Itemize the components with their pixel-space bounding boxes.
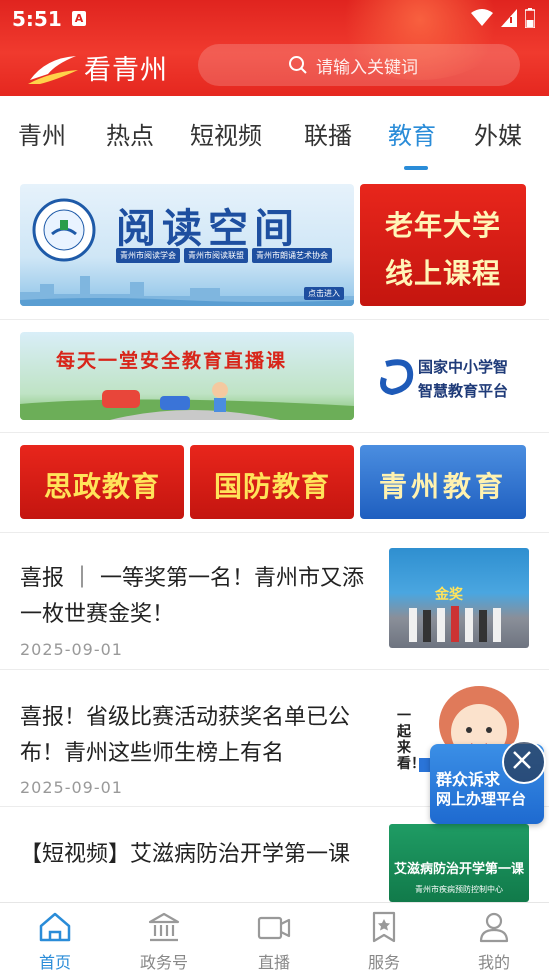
thumbnail-caption: 艾滋病防治开学第一课 — [393, 862, 524, 877]
search-icon — [288, 55, 308, 75]
news-date: 2025-09-01 — [20, 778, 123, 797]
org-badge: 青州市朗诵艺术协会 — [252, 248, 332, 263]
nav-label: 首页 — [38, 953, 71, 972]
signal-icon — [501, 9, 517, 27]
nav-government[interactable]: 政务号 — [124, 911, 204, 973]
qingzhou-education-label: 青州教育 — [378, 470, 507, 503]
notification-icon: A — [72, 11, 86, 26]
defense-education-banner[interactable]: 国防教育 — [190, 445, 354, 519]
news-title: 【短视频】艾滋病防治开学第一课 — [20, 842, 351, 867]
bottom-navigation: 首页 政务号 直播 服务 我的 — [0, 902, 549, 977]
nav-live[interactable]: 直播 — [234, 911, 314, 973]
click-to-enter-label: 点击进入 — [304, 287, 344, 300]
news-title: 喜报 ｜ 一等奖第一名！青州市又添一枚世赛金奖！ — [20, 566, 364, 627]
list-item[interactable]: 喜报 ｜ 一等奖第一名！青州市又添一枚世赛金奖！ 2025-09-01 金奖 — [0, 533, 549, 669]
channel-tabs: 青州 热点 短视频 联播 教育 外媒 — [0, 96, 549, 172]
tab-short-video[interactable]: 短视频 — [190, 116, 262, 151]
qingzhou-education-banner[interactable]: 青州教育 — [360, 445, 526, 519]
app-header: 5:51 A 看青州 请输入关键词 — [0, 0, 549, 96]
home-icon — [39, 912, 71, 942]
nav-mine[interactable]: 我的 — [454, 911, 534, 973]
government-icon — [148, 912, 180, 942]
safety-education-title: 每天一堂安全教育直播课 — [56, 350, 288, 372]
divider — [0, 432, 549, 433]
video-camera-icon — [257, 916, 291, 940]
close-floating-button[interactable] — [502, 740, 546, 784]
nav-label: 政务号 — [139, 953, 188, 972]
tab-hot[interactable]: 热点 — [106, 116, 154, 151]
reading-space-orgs: 青州市阅读学会 青州市阅读联盟 青州市朗诵艺术协会 — [116, 248, 332, 263]
tab-broadcast[interactable]: 联播 — [304, 116, 352, 151]
platform-line2: 智慧教育平台 — [418, 382, 509, 400]
app-name: 看青州 — [84, 55, 168, 86]
search-input[interactable]: 请输入关键词 — [198, 44, 520, 86]
platform-line1: 国家中小学智 — [418, 358, 509, 376]
thumbnail-subcaption: 青州市疾病预防控制中心 — [415, 885, 503, 894]
status-bar: 5:51 A — [0, 0, 549, 36]
tab-qingzhou[interactable]: 青州 — [18, 116, 66, 151]
nav-home[interactable]: 首页 — [15, 911, 95, 973]
user-icon — [479, 912, 509, 943]
status-icons — [471, 8, 535, 28]
nav-label: 我的 — [477, 953, 510, 972]
senior-university-banner[interactable]: 老年大学 线上课程 — [360, 184, 526, 306]
thumbnail-caption: 一起来看！ — [397, 708, 425, 772]
news-date: 2025-09-01 — [20, 640, 123, 659]
status-time: 5:51 — [12, 7, 62, 31]
reading-space-banner[interactable]: 阅读空间 青州市阅读学会 青州市阅读联盟 青州市朗诵艺术协会 点击进入 — [20, 184, 354, 306]
defense-education-label: 国防教育 — [213, 470, 330, 503]
city-skyline-illustration — [20, 276, 354, 306]
ideology-education-label: 思政教育 — [43, 470, 160, 503]
active-tab-indicator — [404, 166, 428, 170]
floating-line1: 群众诉求 — [436, 770, 501, 789]
tab-foreign-media[interactable]: 外媒 — [474, 116, 522, 151]
reading-space-title: 阅读空间 — [116, 205, 300, 252]
org-badge: 青州市阅读联盟 — [184, 248, 248, 263]
bookmark-star-icon — [372, 911, 396, 943]
battery-icon — [525, 8, 535, 28]
divider — [0, 319, 549, 320]
org-badge: 青州市阅读学会 — [116, 248, 180, 263]
senior-university-line1: 老年大学 — [384, 209, 501, 242]
tab-education[interactable]: 教育 — [388, 116, 436, 151]
senior-university-line2: 线上课程 — [384, 257, 501, 290]
floating-line2: 网上办理平台 — [436, 790, 527, 808]
nav-label: 服务 — [367, 953, 400, 972]
app-logo: 看青州 — [26, 48, 168, 87]
news-title: 喜报！省级比赛活动获奖名单已公布！青州这些师生榜上有名 — [20, 705, 351, 766]
ideology-education-banner[interactable]: 思政教育 — [20, 445, 184, 519]
nav-service[interactable]: 服务 — [344, 911, 424, 973]
news-thumbnail: 艾滋病防治开学第一课 青州市疾病预防控制中心 — [389, 824, 529, 902]
safety-scene-illustration — [20, 382, 354, 420]
news-thumbnail: 金奖 — [389, 548, 529, 648]
logo-swoosh-icon — [26, 50, 80, 86]
close-icon — [513, 751, 531, 769]
reading-society-logo-icon — [32, 198, 96, 262]
wifi-icon — [471, 9, 493, 26]
national-smart-edu-platform-banner[interactable]: 国家中小学智 智慧教育平台 — [374, 346, 526, 410]
search-placeholder: 请输入关键词 — [316, 57, 418, 78]
award-group-photo — [409, 606, 501, 642]
nav-label: 直播 — [257, 953, 290, 972]
safety-education-banner[interactable]: 每天一堂安全教育直播课 — [20, 332, 354, 420]
smart-education-logo-icon — [380, 359, 414, 396]
